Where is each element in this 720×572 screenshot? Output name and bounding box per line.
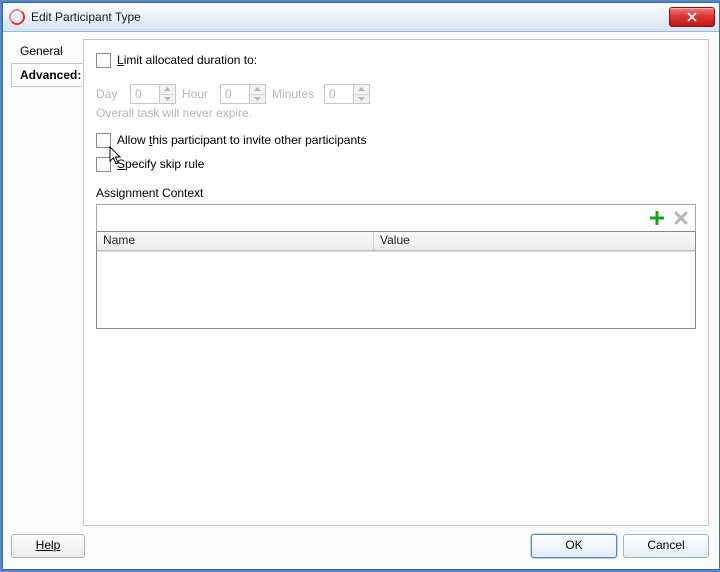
app-icon xyxy=(9,9,25,25)
duration-controls: Day 0 Hour 0 xyxy=(96,84,696,104)
client-area: General Advanced: Limit allocated durati… xyxy=(4,32,718,568)
chevron-up-icon xyxy=(254,87,261,91)
limit-duration-checkbox[interactable] xyxy=(96,53,111,68)
hour-label: Hour xyxy=(182,87,214,101)
minutes-down-button xyxy=(354,94,369,104)
tab-list: General Advanced: xyxy=(11,39,83,87)
column-value[interactable]: Value xyxy=(374,232,695,250)
duration-hint: Overall task will never expire. xyxy=(96,106,696,120)
dialog-window: Edit Participant Type General Advanced: … xyxy=(2,2,720,570)
chevron-down-icon xyxy=(358,97,365,101)
day-up-button xyxy=(160,85,175,94)
minutes-up-button xyxy=(354,85,369,94)
dialog-footer: Help OK Cancel xyxy=(11,532,709,560)
advanced-panel: Limit allocated duration to: Day 0 Hour … xyxy=(83,39,709,526)
day-spinner[interactable]: 0 xyxy=(130,84,176,104)
delete-button[interactable] xyxy=(673,210,689,226)
invite-checkbox[interactable] xyxy=(96,133,111,148)
chevron-down-icon xyxy=(164,97,171,101)
hour-spinner-buttons[interactable] xyxy=(249,84,266,104)
cancel-button[interactable]: Cancel xyxy=(623,534,709,558)
add-button[interactable] xyxy=(649,210,665,226)
chevron-up-icon xyxy=(164,87,171,91)
plus-icon xyxy=(650,211,664,225)
assignment-context-table[interactable]: Name Value xyxy=(96,231,696,329)
minutes-label: Minutes xyxy=(272,87,318,101)
tab-general[interactable]: General xyxy=(11,39,83,63)
assignment-context-label: Assignment Context xyxy=(96,186,696,200)
day-down-button xyxy=(160,94,175,104)
table-body[interactable] xyxy=(97,251,695,328)
close-icon xyxy=(687,12,697,22)
x-icon xyxy=(674,211,688,225)
day-spinner-buttons[interactable] xyxy=(159,84,176,104)
assignment-toolbar xyxy=(96,204,696,231)
tab-advanced[interactable]: Advanced: xyxy=(11,63,83,87)
skip-checkbox[interactable] xyxy=(96,157,111,172)
column-name[interactable]: Name xyxy=(97,232,374,250)
day-value[interactable]: 0 xyxy=(130,84,159,104)
help-button[interactable]: Help xyxy=(11,534,85,558)
skip-label: Specify skip rule xyxy=(117,157,204,171)
invite-row: Allow this participant to invite other p… xyxy=(96,130,696,150)
chevron-down-icon xyxy=(254,97,261,101)
table-header: Name Value xyxy=(97,232,695,251)
hour-down-button xyxy=(250,94,265,104)
panel-inner: Limit allocated duration to: Day 0 Hour … xyxy=(84,40,708,335)
hour-spinner[interactable]: 0 xyxy=(220,84,266,104)
limit-duration-label: Limit allocated duration to: xyxy=(117,53,257,67)
minutes-spinner[interactable]: 0 xyxy=(324,84,370,104)
minutes-value[interactable]: 0 xyxy=(324,84,353,104)
titlebar: Edit Participant Type xyxy=(3,3,719,32)
chevron-up-icon xyxy=(358,87,365,91)
invite-label: Allow this participant to invite other p… xyxy=(117,133,366,147)
close-button[interactable] xyxy=(669,7,715,27)
hour-value[interactable]: 0 xyxy=(220,84,249,104)
skip-row: Specify skip rule xyxy=(96,154,696,174)
ok-button[interactable]: OK xyxy=(531,534,617,558)
day-label: Day xyxy=(96,87,124,101)
minutes-spinner-buttons[interactable] xyxy=(353,84,370,104)
window-title: Edit Participant Type xyxy=(31,10,669,24)
limit-duration-row: Limit allocated duration to: xyxy=(96,50,696,70)
hour-up-button xyxy=(250,85,265,94)
